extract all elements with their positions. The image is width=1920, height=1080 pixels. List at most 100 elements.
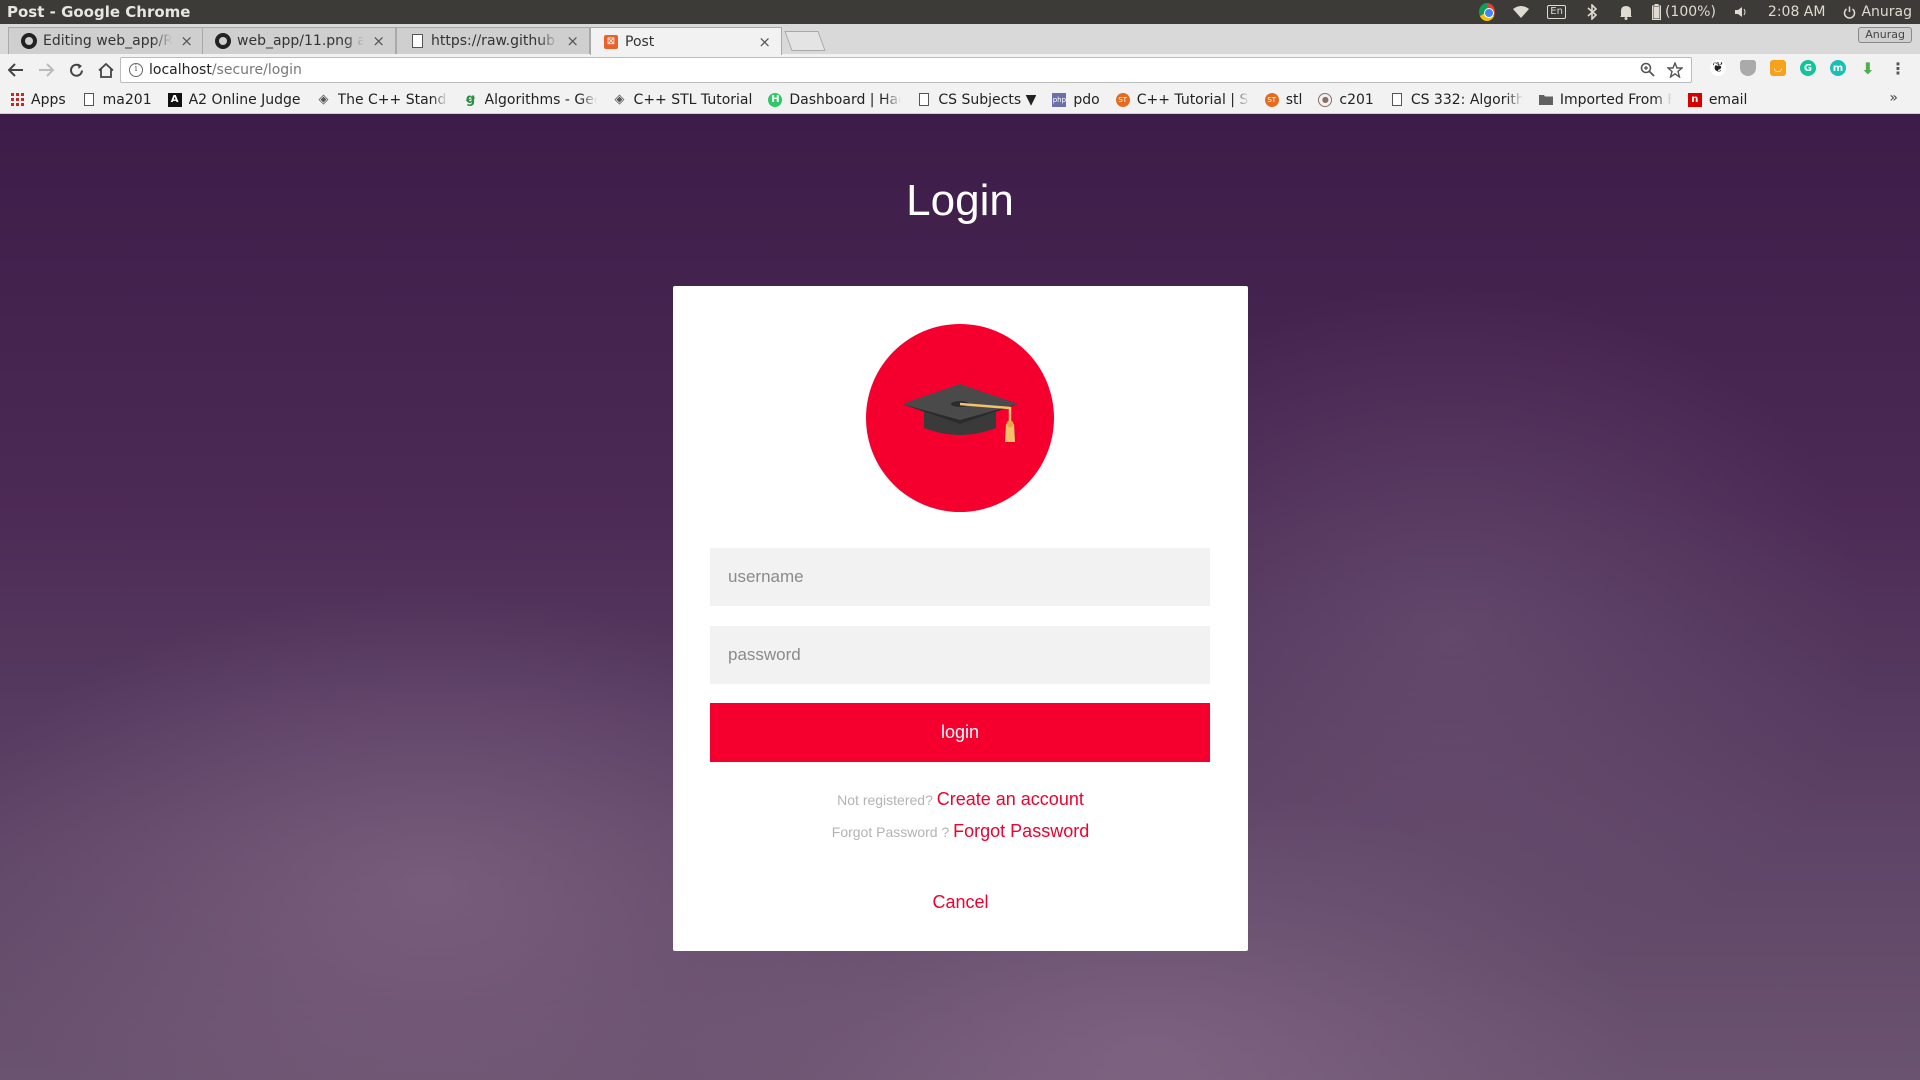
address-bar[interactable]: i localhost/secure/login — [120, 57, 1692, 83]
new-tab-button[interactable] — [784, 31, 826, 51]
geeksforgeeks-icon: ꞡ — [465, 92, 476, 107]
login-card: login Not registered? Create an account … — [673, 286, 1248, 951]
hackerrank-icon: H — [768, 92, 783, 107]
diamond-icon: ◈ — [318, 92, 329, 107]
extension-mercury-icon[interactable]: m — [1830, 60, 1846, 76]
tab-label: Editing web_app/R — [43, 33, 173, 49]
battery-indicator[interactable]: (100%) — [1651, 4, 1716, 20]
bookmark-cs332[interactable]: CS 332: Algorith — [1390, 92, 1523, 108]
a2-logo-icon: A — [167, 92, 182, 107]
notification-bell-icon[interactable] — [1618, 4, 1634, 20]
bookmark-cpp-tutorial[interactable]: ST C++ Tutorial | Stu — [1115, 92, 1249, 108]
site-info-icon[interactable]: i — [129, 63, 143, 77]
window-title: Post - Google Chrome — [7, 3, 191, 21]
bookmarks-bar: Apps ma201 A A2 Online Judge ◈ The C++ S… — [0, 86, 1920, 114]
bookmark-stl[interactable]: ST stl — [1264, 92, 1302, 108]
url-path: /secure/login — [211, 62, 302, 78]
tab-label: web_app/11.png at — [237, 33, 365, 49]
chrome-tray-icon[interactable] — [1479, 3, 1496, 21]
wifi-icon[interactable] — [1513, 4, 1530, 20]
bookmark-cpp-stl-tutorial[interactable]: ◈ C++ STL Tutorial — [613, 92, 753, 108]
keyboard-layout-indicator[interactable]: En — [1547, 5, 1566, 19]
mail-icon: n — [1687, 92, 1702, 107]
login-button[interactable]: login — [710, 703, 1210, 762]
password-input[interactable] — [710, 626, 1210, 684]
post-favicon-icon: ⊠ — [603, 34, 619, 50]
chrome-menu-icon[interactable]: ⋮ — [1890, 59, 1906, 78]
bookmark-cpp-standard[interactable]: ◈ The C++ Standar — [317, 92, 448, 108]
bookmark-pdo[interactable]: php pdo — [1052, 92, 1100, 108]
github-icon — [21, 33, 37, 49]
document-icon — [409, 33, 425, 49]
tab-strip: Editing web_app/R × web_app/11.png at × … — [0, 24, 1920, 55]
bookmark-star-icon[interactable] — [1667, 62, 1683, 78]
document-icon — [917, 93, 931, 107]
browser-toolbar: i localhost/secure/login ❦ ◡ G m ⬇ ⋮ — [0, 54, 1920, 86]
back-arrow-icon — [8, 63, 23, 77]
tab-post[interactable]: ⊠ Post × — [590, 27, 782, 55]
forward-button[interactable] — [32, 56, 60, 84]
graduation-cap-icon — [902, 384, 1018, 442]
reload-button[interactable] — [62, 56, 90, 84]
avatar — [866, 324, 1054, 512]
forgot-password-link[interactable]: Forgot Password — [953, 821, 1089, 841]
create-account-link[interactable]: Create an account — [937, 789, 1084, 809]
extension-fingerprint-icon[interactable]: ❦ — [1710, 60, 1726, 76]
battery-percent: (100%) — [1664, 4, 1716, 20]
studytonight-icon: ST — [1115, 92, 1130, 107]
os-top-bar: Post - Google Chrome En (100%) 2:08 AM A… — [0, 0, 1920, 24]
close-tab-icon[interactable]: × — [758, 33, 771, 51]
not-registered-text: Not registered? — [837, 792, 933, 808]
register-prompt: Not registered? Create an account — [673, 789, 1248, 810]
username-input[interactable] — [710, 548, 1210, 606]
volume-icon[interactable] — [1734, 4, 1750, 20]
diamond-icon: ◈ — [614, 92, 625, 107]
apps-grid-icon — [10, 93, 24, 107]
extension-orange-icon[interactable]: ◡ — [1770, 60, 1786, 76]
extensions-area: ❦ ◡ G m ⬇ ⋮ — [1710, 59, 1906, 78]
folder-icon — [1538, 93, 1553, 107]
bluetooth-icon[interactable] — [1584, 4, 1600, 20]
forward-arrow-icon — [39, 63, 54, 77]
close-tab-icon[interactable]: × — [566, 32, 579, 50]
tab-label: Post — [625, 33, 655, 50]
clock[interactable]: 2:08 AM — [1768, 4, 1826, 20]
bookmark-algorithms-gfg[interactable]: ꞡ Algorithms - Gee — [464, 92, 597, 108]
close-tab-icon[interactable]: × — [372, 32, 385, 50]
bookmarks-overflow-button[interactable]: » — [1889, 90, 1898, 106]
php-icon: php — [1052, 92, 1067, 107]
bookmark-a2-online-judge[interactable]: A A2 Online Judge — [167, 92, 301, 108]
profile-chip[interactable]: Anurag — [1858, 27, 1912, 43]
bookmark-imported-folder[interactable]: Imported From F — [1538, 92, 1672, 108]
extension-download-icon[interactable]: ⬇ — [1860, 59, 1876, 78]
session-menu[interactable]: Anurag — [1843, 4, 1912, 20]
tab-label: https://raw.github — [431, 33, 556, 49]
url-host: localhost — [149, 62, 212, 78]
github-icon — [215, 33, 231, 49]
tab-raw-github[interactable]: https://raw.github × — [396, 27, 590, 54]
bookmark-cs-subjects-folder[interactable]: CS Subjects ▼ — [917, 92, 1036, 108]
bookmark-apps[interactable]: Apps — [10, 92, 66, 108]
seal-icon: ● — [1318, 92, 1333, 107]
bookmark-c201[interactable]: ● c201 — [1318, 92, 1374, 108]
power-icon — [1844, 6, 1856, 19]
tab-editing-web-app[interactable]: Editing web_app/R × — [8, 27, 204, 54]
home-icon — [98, 62, 114, 78]
extension-grammarly-icon[interactable]: G — [1800, 60, 1816, 76]
bookmark-hackerrank-dashboard[interactable]: H Dashboard | Hac — [768, 92, 901, 108]
forgot-prompt: Forgot Password ? Forgot Password — [673, 821, 1248, 842]
close-tab-icon[interactable]: × — [180, 32, 193, 50]
bookmark-email[interactable]: n email — [1687, 92, 1747, 108]
page-viewport: Login login Not registered? Create an ac… — [0, 114, 1920, 1080]
zoom-icon[interactable] — [1640, 62, 1655, 77]
home-button[interactable] — [92, 56, 120, 84]
tab-web-app-png[interactable]: web_app/11.png at × — [202, 27, 396, 54]
forgot-password-text: Forgot Password ? — [831, 824, 950, 840]
bookmark-ma201[interactable]: ma201 — [82, 92, 152, 108]
back-button[interactable] — [2, 56, 30, 84]
battery-icon — [1651, 4, 1661, 20]
document-icon — [82, 93, 96, 107]
cancel-link[interactable]: Cancel — [673, 892, 1248, 913]
document-icon — [1390, 93, 1404, 107]
extension-shield-icon[interactable] — [1740, 60, 1756, 76]
